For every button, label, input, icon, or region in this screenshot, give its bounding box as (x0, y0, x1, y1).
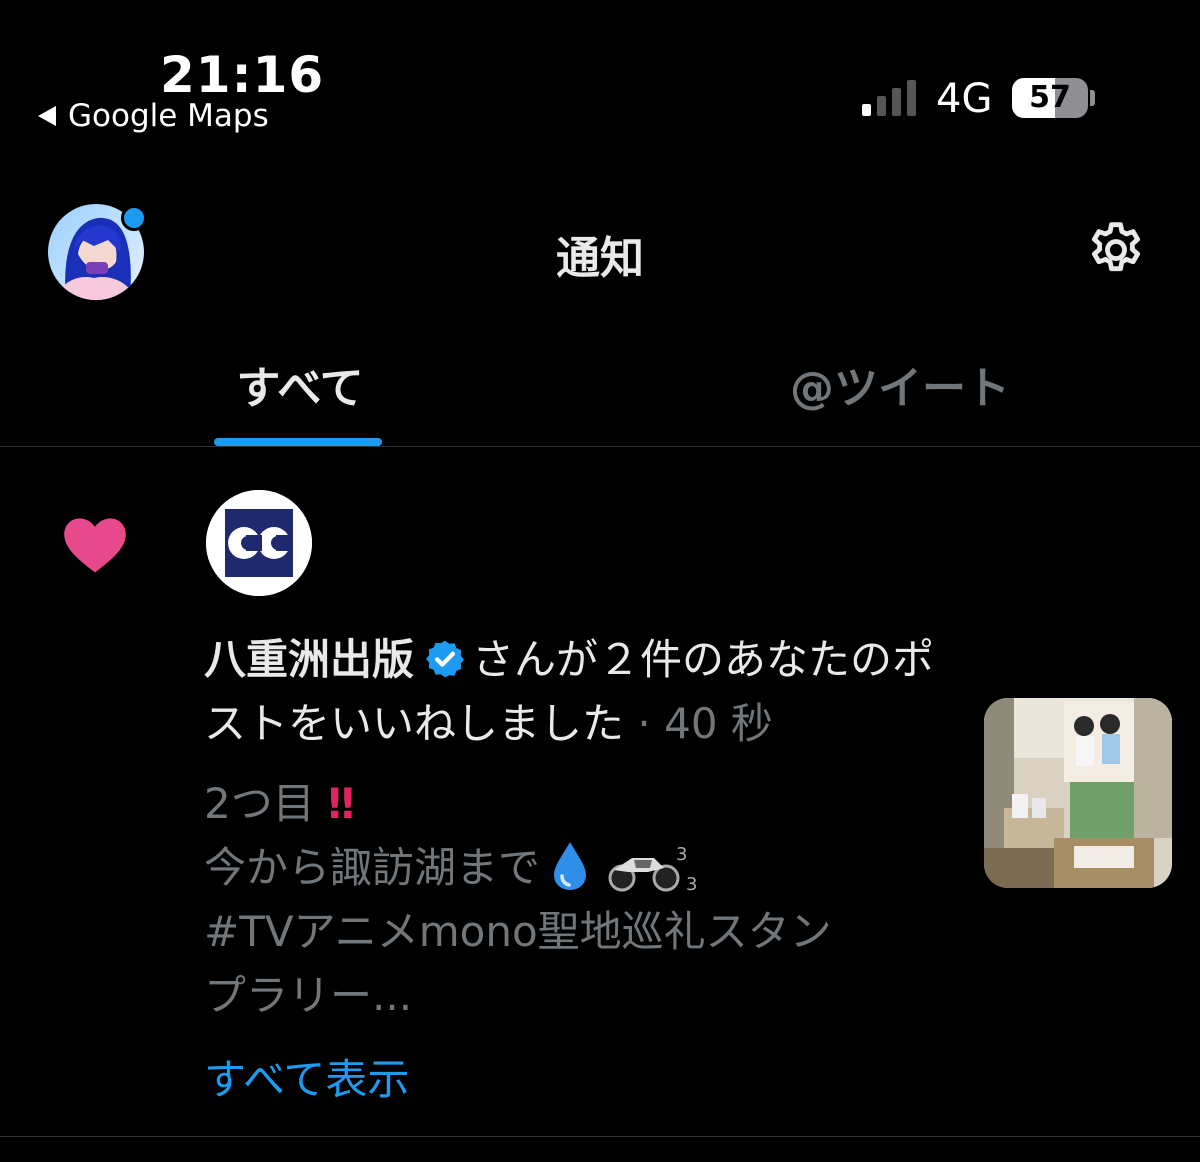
post-line-2: 今から諏訪湖まで (204, 843, 541, 892)
motorcycle-icon: 3 3 (608, 844, 697, 894)
battery-tip (1090, 90, 1095, 106)
tab-all[interactable]: すべて (180, 352, 420, 416)
post-preview[interactable]: 2つ目 ‼ 今から諏訪湖まで 3 3 #TVアニメmono聖地巡礼スタン プラリ… (204, 772, 944, 1028)
active-tab-indicator (214, 438, 382, 446)
post-line-3: #TVアニメmono聖地巡礼スタン (204, 907, 832, 956)
gear-icon[interactable] (1084, 218, 1148, 282)
motorcycle-sub: 3 (686, 874, 697, 894)
motorcycle-sup: 3 (676, 844, 687, 865)
post-line: プラリー... (204, 964, 944, 1028)
battery-level: 57 (1029, 80, 1071, 115)
back-to-app-button[interactable]: Google Maps (38, 98, 269, 134)
notification-divider (0, 1136, 1200, 1137)
notification-text: 八重洲出版 さんが２件のあなたのポストをいいねしました · 40 秒 (204, 628, 944, 756)
post-line: 今から諏訪湖まで 3 3 (204, 836, 944, 900)
thumbnail-image (984, 698, 1172, 888)
time-ago: 40 秒 (664, 699, 773, 748)
account-avatar[interactable] (206, 490, 312, 596)
post-line: #TVアニメmono聖地巡礼スタン (204, 900, 944, 964)
back-triangle-icon (38, 106, 56, 126)
tab-mentions[interactable]: @ツイート (740, 352, 1060, 416)
account-name[interactable]: 八重洲出版 (204, 635, 414, 684)
back-app-label: Google Maps (68, 98, 269, 134)
separator: · (637, 699, 651, 748)
unread-dot (121, 205, 147, 231)
battery-icon: 57 (1012, 78, 1088, 118)
status-time: 21:16 (160, 46, 325, 104)
post-line-4: プラリー... (204, 971, 413, 1020)
tabs-divider (0, 446, 1200, 447)
verified-badge-icon (426, 640, 464, 678)
post-line: 2つ目 ‼ (204, 772, 944, 836)
show-all-link[interactable]: すべて表示 (204, 1046, 409, 1107)
droplet-icon (554, 842, 587, 890)
heart-icon (64, 518, 126, 573)
post-line-1: 2つ目 (204, 779, 315, 828)
network-type: 4G (936, 76, 993, 122)
signal-icon (862, 80, 916, 116)
post-thumbnail[interactable] (984, 698, 1172, 888)
page-title: 通知 (556, 233, 644, 284)
publisher-logo (206, 490, 312, 596)
double-exclamation-icon: ‼ (328, 779, 355, 828)
